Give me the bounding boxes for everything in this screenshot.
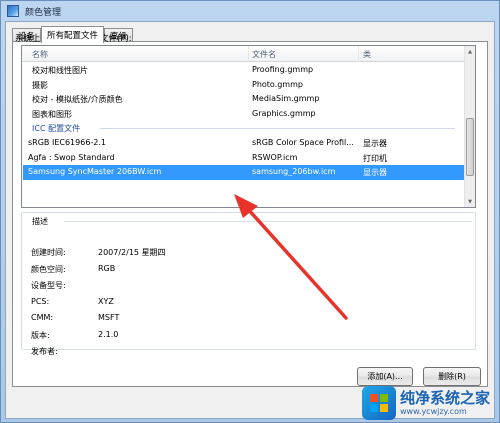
profile-name: sRGB IEC61966-2.1 (28, 137, 107, 147)
list-rows: 校对和线性图片 Proofing.gmmp 摄影 Photo.gmmp 校对 -… (22, 63, 465, 180)
color-management-icon (7, 5, 19, 17)
description-group: 描述 创建时间: 2007/2/15 星期四 颜色空间: RGB 设备型号: P… (21, 212, 476, 356)
property-label: 颜色空间: (31, 264, 66, 274)
vertical-scrollbar[interactable]: ▲ ▼ (464, 46, 475, 207)
group-label: ICC 配置文件 (32, 124, 81, 134)
list-item[interactable]: 图表和图形 Graphics.gmmp (22, 107, 465, 122)
profile-type: 显示器 (363, 138, 387, 148)
profiles-list[interactable]: 名称 文件名 类 校对和线性图片 Proofing.gmmp 摄影 Photo.… (21, 45, 476, 208)
property-label: 版本: (31, 330, 50, 340)
property-value: MSFT (98, 313, 120, 322)
property-value: 2007/2/15 星期四 (98, 248, 166, 257)
list-item[interactable]: 摄影 Photo.gmmp (22, 78, 465, 93)
group-divider (100, 128, 455, 130)
column-header-file[interactable]: 文件名 (252, 49, 276, 60)
list-item[interactable]: 校对和线性图片 Proofing.gmmp (22, 63, 465, 78)
profile-name: 校对和线性图片 (32, 66, 88, 75)
property-label: 发布者: (31, 347, 58, 356)
profile-type: 显示器 (363, 168, 387, 178)
profile-name: Agfa : Swop Standard (28, 152, 115, 162)
scroll-thumb[interactable] (466, 118, 474, 176)
site-watermark: 纯净系统之家 www.ycwjzy.com (362, 383, 500, 423)
tab-all-profiles[interactable]: 所有配置文件 (41, 26, 105, 43)
profile-file: sRGB Color Space Profil... (252, 137, 354, 147)
watermark-title: 纯净系统之家 (400, 389, 491, 407)
list-header: 名称 文件名 类 (22, 46, 475, 62)
list-item[interactable]: Agfa : Swop Standard RSWOP.icm 打印机 (22, 151, 465, 166)
watermark-url: www.ycwjzy.com (400, 407, 467, 416)
list-item[interactable]: sRGB IEC61966-2.1 sRGB Color Space Profi… (22, 136, 465, 151)
list-item[interactable]: 校对 - 模拟纸张/介质颜色 MediaSim.gmmp (22, 92, 465, 107)
column-header-name[interactable]: 名称 (32, 49, 48, 60)
profile-file: samsung_206bw.icm (252, 167, 336, 177)
profile-file: Photo.gmmp (252, 79, 303, 89)
profile-name: 图表和图形 (32, 109, 72, 119)
property-value: XYZ (98, 296, 114, 306)
list-item-selected[interactable]: Samsung SyncMaster 206BW.icm samsung_206… (23, 165, 465, 180)
property-value: RGB (98, 263, 116, 273)
add-button-label: 添加(A)... (367, 372, 403, 381)
color-management-window: 颜色管理 设备 所有配置文件 高级 系统上安装了下列配置文件(P): 名称 文件… (0, 0, 500, 423)
scroll-down-icon[interactable]: ▼ (465, 196, 475, 207)
property-label: CMM: (31, 313, 54, 322)
window-title: 颜色管理 (25, 7, 62, 18)
group-header-icc[interactable]: ICC 配置文件 (22, 121, 465, 136)
profile-name: 摄影 (32, 80, 48, 90)
profile-file: Proofing.gmmp (252, 65, 314, 74)
description-legend: 描述 (30, 216, 50, 227)
profile-file: RSWOP.icm (252, 152, 298, 162)
profile-file: Graphics.gmmp (252, 108, 316, 118)
column-divider[interactable] (358, 46, 359, 62)
watermark-logo-icon (362, 386, 396, 420)
remove-button-label: 删除(R) (438, 372, 466, 381)
group-divider (64, 221, 472, 222)
tab-label: 所有配置文件 (47, 31, 99, 41)
profile-file: MediaSim.gmmp (252, 94, 320, 104)
column-header-type[interactable]: 类 (363, 49, 371, 60)
scroll-up-icon[interactable]: ▲ (465, 46, 475, 57)
property-label: PCS: (31, 296, 50, 306)
column-divider[interactable] (248, 46, 249, 62)
property-label: 创建时间: (31, 248, 66, 257)
profile-name: 校对 - 模拟纸张/介质颜色 (32, 95, 123, 105)
profile-type: 打印机 (363, 153, 387, 163)
title-bar: 颜色管理 (1, 1, 499, 21)
profile-name: Samsung SyncMaster 206BW.icm (28, 167, 162, 177)
property-value: 2.1.0 (98, 329, 119, 339)
property-label: 设备型号: (31, 281, 66, 290)
